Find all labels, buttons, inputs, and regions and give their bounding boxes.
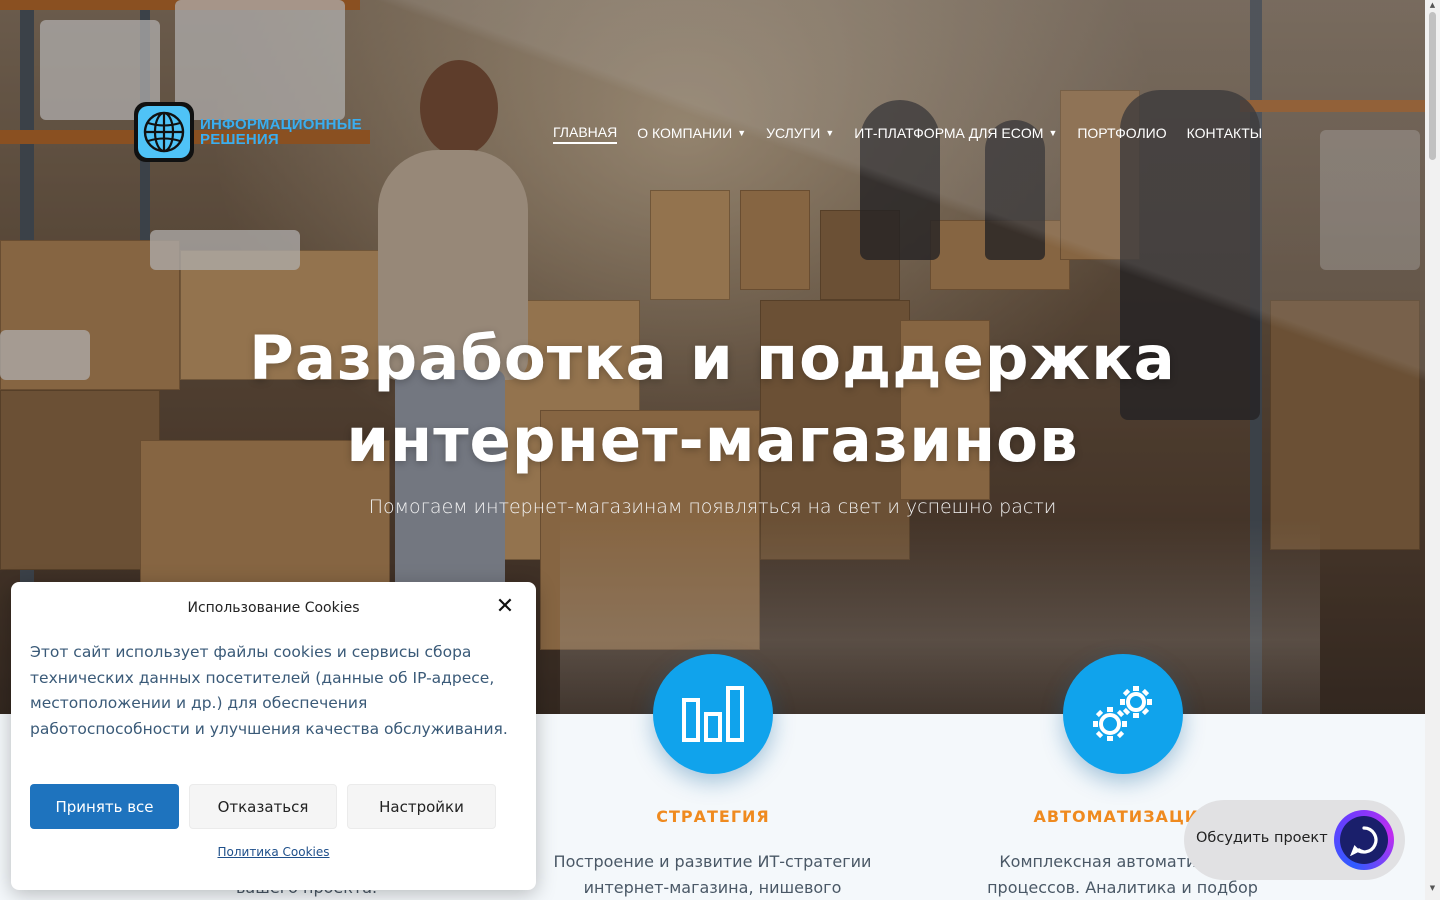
scrollbar-thumb[interactable] [1429,12,1436,160]
nav-item-portfolio[interactable]: ПОРТФОЛИО [1077,122,1166,144]
nav-item-label: КОНТАКТЫ [1186,125,1263,141]
cookie-policy-link[interactable]: Политика Cookies [11,845,536,859]
nav-item-about[interactable]: О КОМПАНИИ ▼ [637,122,746,144]
chevron-down-icon: ▼ [1048,128,1058,138]
scroll-down-icon[interactable]: ▼ [1428,884,1437,892]
scroll-up-icon[interactable]: ▲ [1428,1,1437,9]
service-description-line: интернет-магазина, нишевого [583,878,842,897]
settings-button[interactable]: Настройки [347,784,496,829]
nav-item-contacts[interactable]: КОНТАКТЫ [1187,122,1263,144]
cookie-title: Использование Cookies [187,600,360,616]
service-title: СТРАТЕГИЯ [656,807,770,826]
chat-bubble-icon[interactable] [1334,810,1394,870]
chevron-down-icon: ▼ [737,128,747,138]
nav-item-label: УСЛУГИ [766,125,821,141]
service-description-line: Построение и развитие ИТ-стратегии [553,852,872,871]
logo-text: ИНФОРМАЦИОННЫЕ РЕШЕНИЯ [200,117,362,147]
nav-item-label: О КОМПАНИИ [637,125,733,141]
accept-all-button[interactable]: Принять все [30,784,179,829]
chat-widget[interactable]: Обсудить проект [1184,800,1405,880]
hero-title-line: Разработка и поддержка [249,323,1176,394]
nav-item-label: ПОРТФОЛИО [1077,125,1167,141]
logo-line: РЕШЕНИЯ [200,131,279,148]
service-description: Построение и развитие ИТ-стратегии интер… [540,849,885,900]
cookie-consent-dialog: Использование Cookies ✕ Этот сайт исполь… [11,582,536,890]
cookie-text: Этот сайт использует файлы cookies и сер… [30,643,508,738]
site-logo[interactable]: ИНФОРМАЦИОННЫЕ РЕШЕНИЯ [134,102,362,162]
globe-icon [134,102,194,162]
hero-subtitle: Помогаем интернет-магазинам появляться н… [368,496,1057,518]
gears-icon [1063,654,1183,774]
close-icon[interactable]: ✕ [494,596,516,618]
nav-item-platform[interactable]: ИТ-ПЛАТФОРМА ДЛЯ ECOM ▼ [854,122,1057,144]
chat-label: Обсудить проект [1196,830,1328,846]
decline-button[interactable]: Отказаться [189,784,337,829]
hero-title: Разработка и поддержка интернет-магазино… [0,318,1425,482]
bar-chart-icon [653,654,773,774]
hero-title-line: интернет-магазинов [346,405,1079,476]
nav-item-services[interactable]: УСЛУГИ ▼ [766,122,834,144]
page-scrollbar[interactable]: ▲ ▼ [1425,0,1440,900]
nav-item-label: ГЛАВНАЯ [553,124,618,140]
nav-item-home[interactable]: ГЛАВНАЯ [553,122,618,144]
chevron-down-icon: ▼ [825,128,835,138]
nav-item-label: ИТ-ПЛАТФОРМА ДЛЯ ECOM [854,125,1044,141]
logo-line: ИНФОРМАЦИОННЫЕ [200,116,362,133]
main-nav: ГЛАВНАЯ О КОМПАНИИ ▼ УСЛУГИ ▼ ИТ-ПЛАТФОР… [553,122,1262,144]
